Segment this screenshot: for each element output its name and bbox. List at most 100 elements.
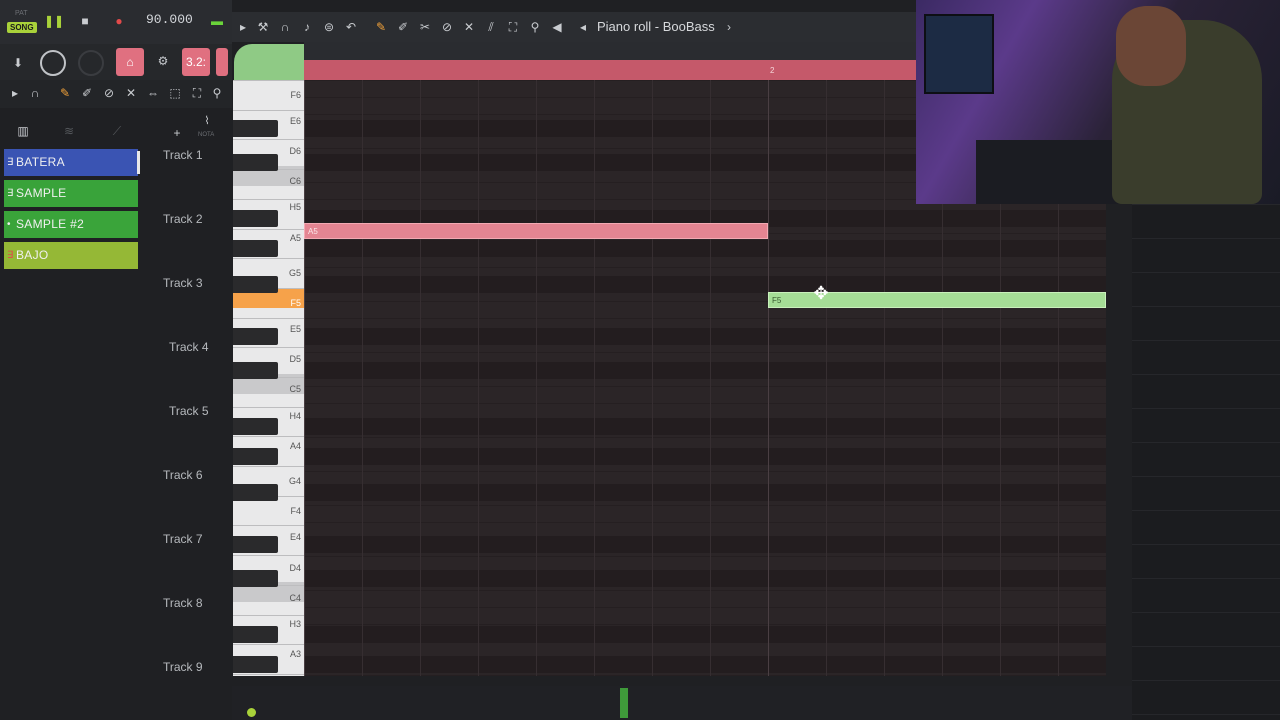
- black-key[interactable]: [233, 240, 278, 257]
- grid-row-line: [304, 522, 1106, 523]
- track-label[interactable]: Track 5: [169, 404, 209, 418]
- key-label: H5: [289, 202, 301, 212]
- pencil-icon[interactable]: ✎: [56, 84, 74, 102]
- channel-select-indicator[interactable]: [137, 151, 140, 174]
- black-key[interactable]: [233, 120, 278, 137]
- pattern-song-switch[interactable]: PAT SONG: [6, 6, 37, 36]
- zoom-icon[interactable]: ⚲: [208, 84, 226, 102]
- master-pitch-knob[interactable]: [78, 50, 104, 76]
- black-key[interactable]: [233, 328, 278, 345]
- slice-icon[interactable]: ⫽: [482, 18, 500, 36]
- track-label[interactable]: Track 8: [163, 596, 203, 610]
- loop-record-button[interactable]: [216, 48, 228, 76]
- zoom-icon[interactable]: ⚲: [526, 18, 544, 36]
- channel-options-icon[interactable]: ∃: [7, 149, 14, 176]
- countdown-button[interactable]: 3.2:: [182, 48, 210, 76]
- black-key[interactable]: [233, 418, 278, 435]
- scroll-position-indicator[interactable]: [620, 688, 628, 718]
- key-label: C4: [289, 593, 301, 603]
- channel-bajo[interactable]: ∃ BAJO: [4, 242, 138, 269]
- channel-options-icon[interactable]: ∃: [7, 242, 14, 269]
- mute-icon[interactable]: ✕: [122, 84, 140, 102]
- track-label[interactable]: Track 6: [163, 468, 203, 482]
- black-key[interactable]: [233, 448, 278, 465]
- menu-arrow-icon[interactable]: ◂: [574, 18, 592, 36]
- black-key-row: [304, 656, 1106, 673]
- wait-for-input-icon[interactable]: ⌂: [116, 48, 144, 76]
- tempo-display[interactable]: 90.000: [146, 12, 193, 27]
- magnet-icon[interactable]: ∩: [276, 18, 294, 36]
- brush-icon[interactable]: ✐: [78, 84, 96, 102]
- track-label[interactable]: Track 7: [163, 532, 203, 546]
- metronome-level-icon[interactable]: ▬: [208, 12, 226, 30]
- slip-icon[interactable]: ⇔: [144, 84, 162, 102]
- automation-icon[interactable]: ⟋: [108, 122, 126, 140]
- track-label[interactable]: Track 4: [169, 340, 209, 354]
- channel-sample[interactable]: ∃ SAMPLE: [4, 180, 138, 207]
- black-key[interactable]: [233, 276, 278, 293]
- mute-icon[interactable]: ✕: [460, 18, 478, 36]
- pat-mode-label[interactable]: PAT: [15, 10, 28, 17]
- piano-keyboard[interactable]: F6 E6 D6 C6 H5 A5 G5 F5 E5 D5 C5 H4 A4 G4 F4 E4 D4 C4 H3 A3: [233, 80, 304, 676]
- black-key[interactable]: [233, 484, 278, 501]
- black-key-row: [304, 570, 1106, 587]
- stop-icon[interactable]: ■: [76, 12, 94, 30]
- delete-icon[interactable]: ⊘: [438, 18, 456, 36]
- key-label: E4: [289, 532, 301, 542]
- grid-row-line: [304, 590, 1106, 591]
- track-label[interactable]: Track 9: [163, 660, 203, 674]
- grid-row-line: [304, 403, 1106, 404]
- panel-line: [1132, 510, 1280, 511]
- undo-icon[interactable]: ↶: [342, 18, 360, 36]
- tool-wrench-icon[interactable]: ⚒: [254, 18, 272, 36]
- track-label[interactable]: Track 3: [163, 276, 203, 290]
- delete-icon[interactable]: ⊘: [100, 84, 118, 102]
- channel-batera[interactable]: ∃ BATERA: [4, 149, 140, 176]
- scrollbar-strip[interactable]: [232, 686, 1132, 720]
- waveform-icon[interactable]: ≋: [60, 122, 78, 140]
- add-channel-icon[interactable]: +: [168, 124, 186, 142]
- speaker-icon[interactable]: ◀: [548, 18, 566, 36]
- panel-line: [1132, 578, 1280, 579]
- black-key[interactable]: [233, 154, 278, 171]
- scroll-wave-icon[interactable]: ⌇: [198, 112, 216, 130]
- black-key[interactable]: [233, 536, 278, 553]
- channel-bullet-icon[interactable]: •: [7, 211, 11, 238]
- pencil-icon[interactable]: ✎: [372, 18, 390, 36]
- typing-keyboard-icon[interactable]: ⚙: [150, 52, 176, 70]
- stamp-icon[interactable]: ⊜: [320, 18, 338, 36]
- note-a5[interactable]: A5: [304, 223, 768, 239]
- key-label: E6: [289, 116, 301, 126]
- play-arrow-icon[interactable]: ▸: [6, 84, 24, 102]
- black-key-row: [304, 418, 1106, 435]
- piano-roll-menu-icon[interactable]: ▸: [234, 18, 252, 36]
- track-label[interactable]: Track 2: [163, 212, 203, 226]
- select-icon[interactable]: ⛶: [504, 18, 522, 36]
- magnet-icon[interactable]: ∩: [26, 84, 44, 102]
- pause-icon[interactable]: ❚❚: [44, 12, 64, 30]
- channel-sample-2[interactable]: • SAMPLE #2: [4, 211, 138, 238]
- grid-row-line: [304, 318, 1106, 319]
- black-key[interactable]: [233, 570, 278, 587]
- download-icon[interactable]: ⬇: [9, 54, 27, 72]
- piano-roll-overview[interactable]: [304, 42, 916, 60]
- brush-icon[interactable]: ✐: [394, 18, 412, 36]
- chop-icon[interactable]: ✂: [416, 18, 434, 36]
- black-key[interactable]: [233, 210, 278, 227]
- time-ruler[interactable]: 2: [304, 60, 916, 80]
- record-icon[interactable]: ●: [110, 12, 128, 30]
- key-label: A5: [289, 233, 301, 243]
- select-icon[interactable]: ⬚: [166, 84, 184, 102]
- black-key[interactable]: [233, 362, 278, 379]
- zoom-select-icon[interactable]: ⛶: [188, 84, 206, 102]
- channel-options-icon[interactable]: ∃: [7, 180, 14, 207]
- piano-icon[interactable]: ▥: [14, 122, 32, 140]
- grid-row-line: [304, 624, 1106, 625]
- master-volume-knob[interactable]: [40, 50, 66, 76]
- track-label[interactable]: Track 1: [163, 148, 203, 162]
- key-label: F6: [290, 90, 301, 100]
- note-icon[interactable]: ♪: [298, 18, 316, 36]
- song-mode-label[interactable]: SONG: [7, 22, 37, 33]
- black-key[interactable]: [233, 656, 278, 673]
- black-key[interactable]: [233, 626, 278, 643]
